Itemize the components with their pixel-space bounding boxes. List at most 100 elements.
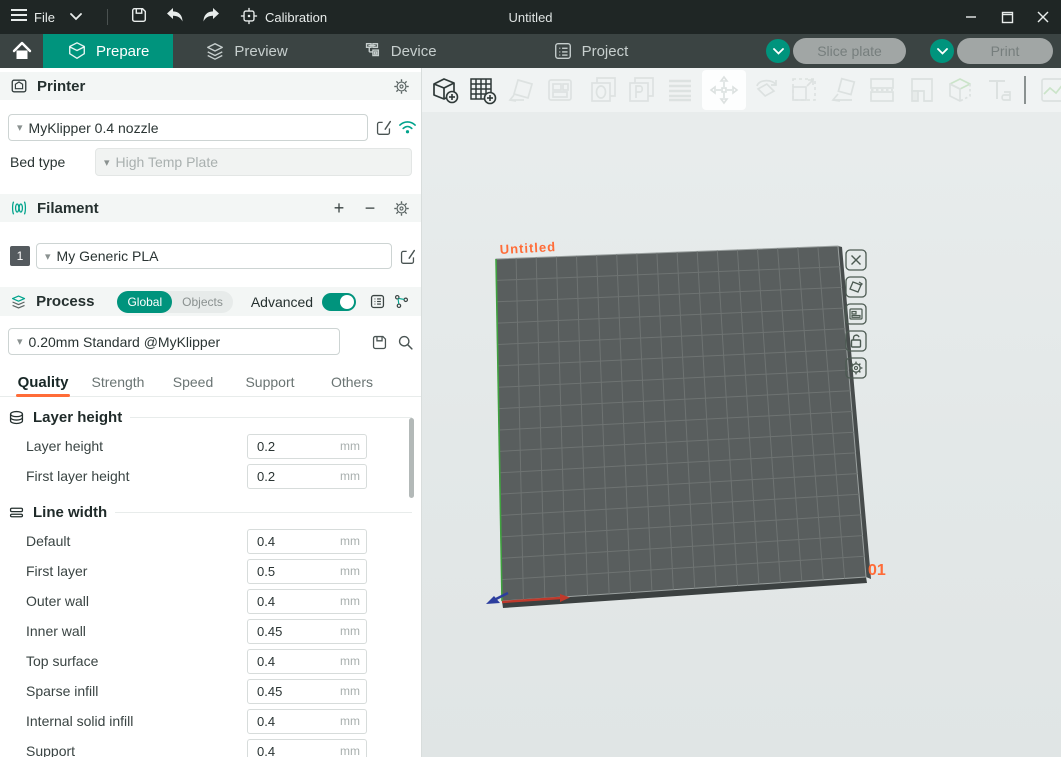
redo-button[interactable] [196, 4, 226, 30]
tab-support-label: Support [245, 374, 294, 390]
process-icon [10, 293, 27, 311]
orient-plate-button[interactable] [845, 276, 867, 298]
param-label: Internal solid infill [26, 713, 133, 729]
search-params-button[interactable] [394, 331, 416, 353]
param-row: Sparse infill 0.45mm [0, 676, 422, 706]
print-button[interactable]: Print [957, 38, 1053, 64]
tab-project-label: Project [582, 43, 629, 60]
add-plate-button[interactable] [466, 74, 498, 106]
tab-project[interactable]: Project [529, 34, 653, 68]
close-button[interactable] [1025, 0, 1061, 34]
print-options-button[interactable] [930, 39, 954, 63]
param-unit: mm [340, 654, 360, 668]
line-width-sparse-infill-input[interactable]: 0.45mm [247, 679, 367, 704]
lock-plate-button[interactable] [845, 330, 867, 352]
arrange-plate-button[interactable] [845, 303, 867, 325]
filament-settings-button[interactable] [390, 197, 412, 219]
line-width-first-layer-input[interactable]: 0.5mm [247, 559, 367, 584]
calibration-icon [240, 7, 258, 28]
delete-plate-button[interactable] [845, 249, 867, 271]
device-icon [362, 41, 382, 61]
home-button[interactable] [0, 34, 43, 68]
plate-settings-button[interactable] [845, 357, 867, 379]
minimize-button[interactable] [953, 0, 989, 34]
minimize-icon [965, 11, 977, 23]
line-width-internal-solid-infill-input[interactable]: 0.4mm [247, 709, 367, 734]
tab-preview-label: Preview [234, 43, 287, 60]
assembly-view-button[interactable] [1038, 74, 1061, 106]
scope-objects-button[interactable]: Objects [172, 291, 233, 313]
move-tool-button[interactable] [708, 74, 740, 106]
add-filament-button[interactable]: + [328, 197, 350, 219]
arrange-button[interactable] [544, 74, 576, 106]
tab-speed[interactable]: Speed [158, 374, 228, 396]
tab-others[interactable]: Others [312, 374, 392, 396]
param-unit: mm [340, 624, 360, 638]
text-tool-button[interactable] [984, 74, 1016, 106]
layer-height-input[interactable]: 0.2mm [247, 434, 367, 459]
build-plate-canvas[interactable]: Untitled 01 [422, 112, 1061, 757]
move-icon [708, 74, 740, 106]
cut-tool-button[interactable] [866, 74, 898, 106]
split-to-parts-button[interactable] [626, 74, 658, 106]
line-width-inner-wall-input[interactable]: 0.45mm [247, 619, 367, 644]
printer-connection-button[interactable] [396, 116, 418, 138]
filament-preset-select[interactable]: ▾ My Generic PLA [36, 243, 392, 269]
tab-device[interactable]: Device [338, 34, 461, 68]
line-width-default-input[interactable]: 0.4mm [247, 529, 367, 554]
undo-button[interactable] [160, 4, 190, 30]
add-model-button[interactable] [428, 74, 460, 106]
line-width-top-surface-input[interactable]: 0.4mm [247, 649, 367, 674]
printer-settings-button[interactable] [390, 75, 412, 97]
variable-layers-button[interactable] [664, 74, 696, 106]
slice-plate-button[interactable]: Slice plate [793, 38, 906, 64]
auto-orient-button[interactable] [506, 74, 538, 106]
viewport-3d[interactable]: Untitled 01 [422, 68, 1061, 757]
file-menu-dropdown[interactable] [61, 4, 91, 30]
split-to-parts-icon [626, 74, 658, 106]
scale-tool-button[interactable] [788, 74, 820, 106]
tab-quality[interactable]: Quality [8, 374, 78, 397]
slice-options-button[interactable] [766, 39, 790, 63]
bed-type-value: High Temp Plate [116, 154, 218, 170]
rotate-tool-button[interactable] [750, 74, 782, 106]
tab-prepare[interactable]: Prepare [43, 34, 173, 68]
tab-preview[interactable]: Preview [181, 34, 311, 68]
paint-tool-button[interactable] [944, 74, 976, 106]
param-value: 0.45 [257, 684, 282, 699]
param-label: Default [26, 533, 70, 549]
save-button[interactable] [124, 4, 154, 30]
viewport-toolbar [422, 68, 1061, 112]
sidebar-scrollbar[interactable] [409, 418, 414, 498]
scope-global-button[interactable]: Global [117, 291, 172, 313]
line-width-icon [8, 504, 25, 521]
line-width-outer-wall-input[interactable]: 0.4mm [247, 589, 367, 614]
param-label: First layer height [26, 468, 129, 484]
bed-type-select[interactable]: ▾ High Temp Plate [95, 148, 412, 176]
tab-support[interactable]: Support [228, 374, 312, 396]
file-menu[interactable]: File [10, 8, 55, 27]
tab-prepare-label: Prepare [96, 43, 149, 60]
advanced-toggle[interactable] [322, 293, 356, 311]
tab-quality-label: Quality [18, 374, 69, 391]
printer-preset-select[interactable]: ▾ MyKlipper 0.4 nozzle [8, 114, 368, 141]
process-preset-select[interactable]: ▾ 0.20mm Standard @MyKlipper [8, 328, 340, 355]
first-layer-height-input[interactable]: 0.2mm [247, 464, 367, 489]
hamburger-icon [10, 8, 28, 27]
tab-strength[interactable]: Strength [78, 374, 158, 396]
param-list-button[interactable] [367, 291, 388, 313]
line-width-support-input[interactable]: 0.4mm [247, 739, 367, 757]
fill-tool-button[interactable] [906, 74, 938, 106]
save-preset-button[interactable] [368, 331, 390, 353]
maximize-button[interactable] [989, 0, 1025, 34]
split-to-objects-button[interactable] [588, 74, 620, 106]
edit-printer-button[interactable] [372, 116, 394, 138]
compare-presets-button[interactable] [391, 291, 412, 313]
print-label: Print [991, 43, 1020, 59]
calibration-button[interactable]: Calibration [240, 7, 327, 28]
param-row: Outer wall 0.4mm [0, 586, 422, 616]
lay-on-face-button[interactable] [828, 74, 860, 106]
edit-filament-button[interactable] [396, 245, 418, 267]
remove-filament-button[interactable]: − [359, 197, 381, 219]
save-icon [130, 6, 148, 29]
